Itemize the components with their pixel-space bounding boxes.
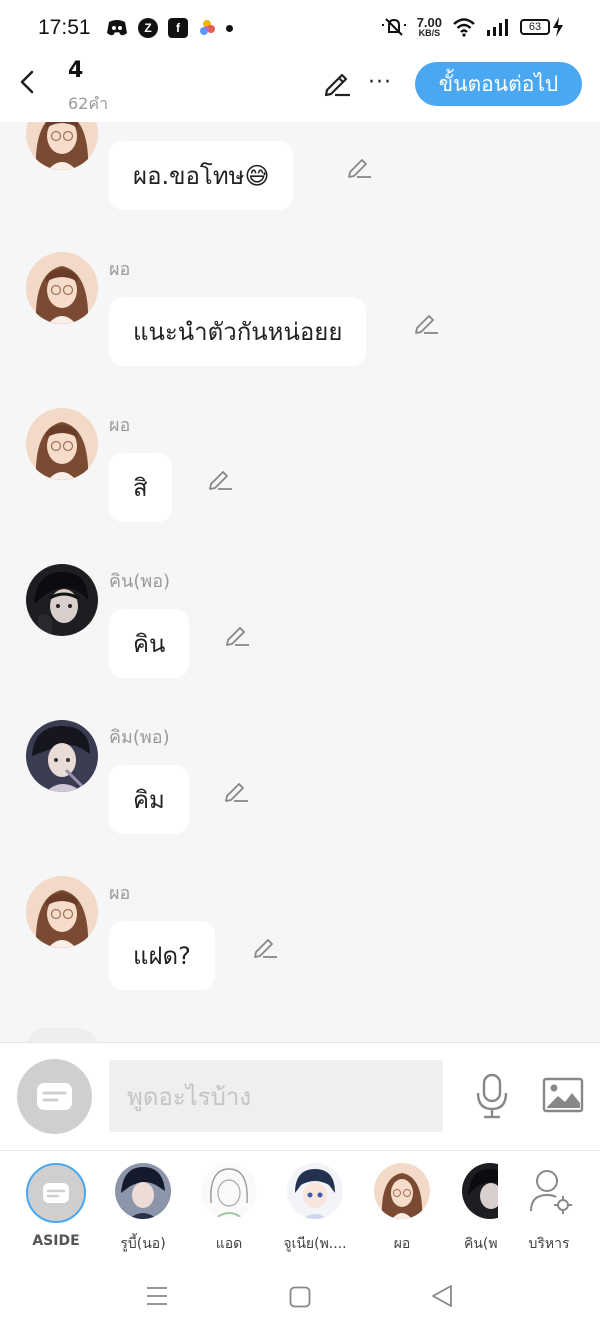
girl-glasses-avatar[interactable]: [26, 408, 98, 480]
edit-message-icon[interactable]: [224, 622, 250, 648]
app-z-icon: Z: [138, 18, 158, 38]
status-time: 17:51: [38, 16, 91, 39]
message-bubble[interactable]: คิม: [109, 765, 189, 834]
character-label: คิน(พ: [464, 1236, 498, 1252]
more-options-button[interactable]: ···: [368, 70, 392, 95]
sender-name: ผอ: [109, 883, 131, 904]
system-nav-bar: [0, 1258, 600, 1333]
edit-message-icon[interactable]: [252, 934, 278, 960]
microphone-icon[interactable]: [474, 1073, 510, 1119]
aside-icon: [26, 1163, 86, 1223]
character-manage[interactable]: บริหาร: [509, 1163, 589, 1255]
message-bubble[interactable]: คิน: [109, 609, 190, 678]
sketch-avatar: [201, 1163, 257, 1219]
edit-pen-icon[interactable]: [322, 68, 352, 98]
character-item[interactable]: แอด: [189, 1163, 269, 1255]
character-item[interactable]: รูบี้(นอ): [103, 1163, 183, 1255]
chat-header: 4 62คำ ··· ขั้นตอนต่อไป: [0, 58, 600, 122]
character-aside[interactable]: ASIDE: [16, 1163, 96, 1249]
message-composer: พูดอะไรบ้าง: [0, 1042, 600, 1150]
manage-user-icon: [521, 1163, 577, 1219]
network-speed: 7.00 KB/S: [416, 15, 442, 38]
dark-boy-avatar: [462, 1163, 498, 1219]
anime-boy-avatar: [287, 1163, 343, 1219]
image-upload-icon[interactable]: [542, 1077, 584, 1113]
girl-glasses-avatar[interactable]: [26, 122, 98, 170]
message-bubble[interactable]: แนะนำตัวกันหน่อยย: [109, 297, 367, 366]
sender-name: คิน(พอ): [109, 571, 171, 592]
discord-icon: [107, 20, 127, 36]
message-bubble[interactable]: ผอ.ขอโทษ😅: [109, 141, 294, 210]
next-step-button[interactable]: ขั้นตอนต่อไป: [415, 62, 582, 106]
edit-message-icon[interactable]: [413, 310, 439, 336]
message-bubble[interactable]: แฝด?: [109, 921, 215, 990]
signal-icon: [487, 19, 508, 36]
character-item[interactable]: ผอ: [362, 1163, 442, 1255]
character-item[interactable]: จูเนีย(พ....: [275, 1163, 355, 1255]
character-label: รูบี้(นอ): [120, 1236, 166, 1252]
message-input[interactable]: พูดอะไรบ้าง: [109, 1060, 443, 1132]
character-selector: ASIDE รูบี้(นอ) แอด จูเนีย(พ.... ผอ คิน(…: [0, 1150, 600, 1258]
message-bubble[interactable]: สิ: [109, 453, 172, 522]
home-icon[interactable]: [289, 1286, 311, 1308]
aside-toggle-button[interactable]: [17, 1059, 92, 1134]
photos-icon: [200, 20, 215, 35]
character-label: จูเนีย(พ....: [283, 1236, 347, 1252]
girl-glasses-avatar[interactable]: [26, 876, 98, 948]
page-title: 4: [68, 58, 84, 83]
girl-glasses-avatar[interactable]: [26, 252, 98, 324]
status-bar: 17:51 Z f 7.00 KB/S 63: [0, 0, 600, 58]
character-label: ผอ: [393, 1236, 411, 1252]
facebook-icon: f: [168, 18, 188, 38]
sender-name: คิม(พอ): [109, 727, 170, 748]
notification-dot-icon: [226, 24, 233, 32]
girl-glasses-avatar: [374, 1163, 430, 1219]
sketch-avatar[interactable]: [26, 1028, 98, 1042]
boy-blue-avatar: [115, 1163, 171, 1219]
edit-message-icon[interactable]: [207, 466, 233, 492]
dark-boy-avatar[interactable]: [26, 564, 98, 636]
edit-message-icon[interactable]: [346, 154, 372, 180]
character-label: บริหาร: [528, 1236, 570, 1252]
word-count: 62คำ: [68, 94, 109, 113]
mute-icon: [381, 18, 406, 36]
character-label: ASIDE: [32, 1233, 80, 1249]
sender-name: ผอ: [109, 415, 131, 436]
menu-icon[interactable]: [146, 1286, 168, 1306]
charging-icon: [553, 17, 563, 37]
sender-name: ผอ: [109, 259, 131, 280]
battery-icon: 63: [520, 19, 550, 35]
edit-message-icon[interactable]: [223, 778, 249, 804]
character-item[interactable]: คิน(พ: [440, 1163, 498, 1255]
aside-icon: [37, 1083, 72, 1110]
back-nav-icon[interactable]: [431, 1284, 453, 1308]
boy-avatar[interactable]: [26, 720, 98, 792]
character-label: แอด: [215, 1236, 243, 1252]
back-icon[interactable]: [14, 68, 42, 96]
chat-list[interactable]: ผอ.ขอโทษ😅 ผอ แนะนำตัวกันหน่อยย ผอ สิ คิน…: [0, 122, 600, 1042]
wifi-icon: [453, 18, 475, 37]
